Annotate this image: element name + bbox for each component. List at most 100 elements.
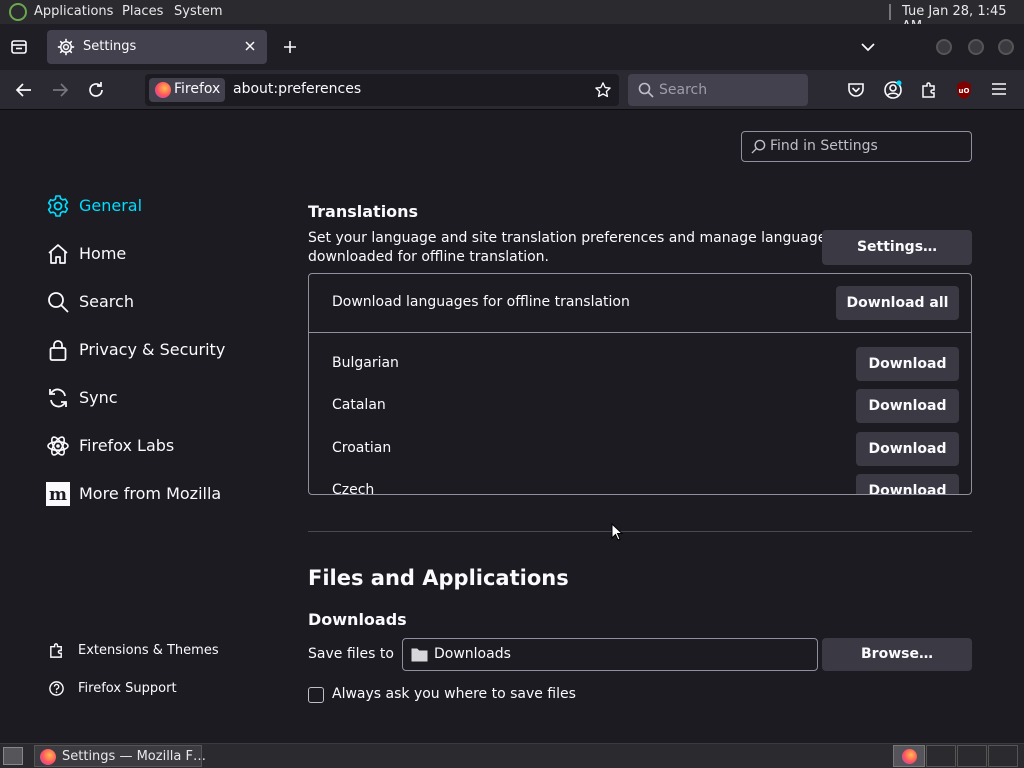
always-ask-label[interactable]: Always ask you where to save files	[332, 686, 576, 702]
home-icon	[46, 242, 70, 266]
translations-description: Set your language and site translation p…	[308, 229, 834, 267]
bookmark-star-icon[interactable]	[594, 81, 612, 99]
translations-heading: Translations	[308, 202, 419, 221]
workspace-2[interactable]	[926, 745, 956, 767]
menu-applications[interactable]: Applications	[34, 4, 113, 19]
download-all-button[interactable]: Download all	[836, 286, 959, 320]
firefox-logo-icon	[155, 82, 171, 98]
sync-icon	[46, 386, 70, 410]
identity-box[interactable]: Firefox	[149, 78, 225, 102]
gear-icon	[46, 194, 70, 218]
download-header-label: Download languages for offline translati…	[332, 294, 630, 310]
gear-icon	[57, 38, 75, 56]
hamburger-menu-icon[interactable]	[991, 82, 1007, 96]
nav-label: Sync	[79, 388, 118, 407]
identity-label: Firefox	[174, 81, 221, 97]
nav-label: More from Mozilla	[79, 484, 222, 503]
nav-label: Extensions & Themes	[78, 643, 219, 658]
workspace-switcher[interactable]	[893, 745, 925, 767]
language-name: Croatian	[332, 440, 392, 456]
language-name: Czech	[332, 482, 375, 495]
show-desktop-icon[interactable]	[3, 747, 23, 765]
close-window-icon[interactable]	[998, 39, 1014, 55]
new-tab-icon[interactable]	[282, 39, 298, 55]
mozilla-m-icon: m	[46, 482, 70, 506]
download-language-button[interactable]: Download	[856, 347, 959, 381]
download-language-button[interactable]: Download	[856, 474, 959, 494]
nav-label: Firefox Support	[78, 681, 177, 696]
download-folder-path: Downloads	[434, 646, 511, 662]
maximize-window-icon[interactable]	[968, 39, 984, 55]
back-arrow-icon[interactable]	[15, 82, 33, 98]
menu-places[interactable]: Places	[122, 4, 163, 19]
find-placeholder: Find in Settings	[770, 138, 878, 154]
translation-settings-button[interactable]: Settings…	[822, 230, 972, 265]
firefox-logo-icon	[40, 749, 56, 765]
taskbar-window-title: Settings — Mozilla F…	[62, 749, 206, 764]
bottom-taskbar: Settings — Mozilla F…	[0, 743, 1024, 768]
search-placeholder: Search	[659, 82, 708, 98]
ublock-origin-icon[interactable]: uO	[955, 80, 973, 100]
account-icon[interactable]	[883, 80, 903, 100]
minimize-window-icon[interactable]	[936, 39, 952, 55]
tab-strip: Settings	[0, 24, 1024, 70]
navigation-toolbar: Firefox about:preferences Search uO	[0, 70, 1024, 110]
search-icon	[638, 82, 654, 98]
nav-label: Search	[79, 292, 134, 311]
language-name: Catalan	[332, 397, 386, 413]
list-all-tabs-chevron-icon[interactable]	[860, 41, 876, 53]
download-languages-header: Download languages for offline translati…	[309, 274, 971, 333]
download-language-button[interactable]: Download	[856, 432, 959, 466]
language-name: Bulgarian	[332, 355, 399, 371]
tab-title: Settings	[83, 39, 137, 54]
nav-label: Home	[79, 244, 127, 263]
firefox-logo-icon	[902, 749, 917, 764]
forward-arrow-icon[interactable]	[51, 82, 69, 98]
tab-settings[interactable]: Settings	[47, 30, 267, 64]
nav-label: General	[79, 196, 143, 215]
search-icon	[46, 290, 70, 314]
download-folder-field[interactable]: Downloads	[402, 638, 818, 671]
atom-icon	[46, 434, 70, 458]
menu-system[interactable]: System	[174, 4, 222, 19]
pocket-icon[interactable]	[847, 81, 865, 99]
help-icon	[48, 680, 65, 697]
list-item: Czech Download	[309, 471, 971, 495]
always-ask-checkbox[interactable]	[308, 687, 324, 703]
workspace-3[interactable]	[957, 745, 987, 767]
taskbar-window-button[interactable]: Settings — Mozilla F…	[34, 745, 206, 767]
folder-icon	[411, 647, 428, 662]
puzzle-icon	[48, 642, 65, 659]
mouse-pointer-icon	[611, 523, 623, 541]
search-icon	[751, 139, 766, 154]
extensions-puzzle-icon[interactable]	[920, 81, 938, 99]
save-files-label: Save files to	[308, 646, 394, 662]
firefox-view-icon[interactable]	[9, 37, 29, 57]
close-tab-icon[interactable]	[243, 39, 257, 53]
files-applications-heading: Files and Applications	[308, 566, 569, 590]
system-top-panel: Applications Places System Tue Jan 28, 1…	[0, 0, 1024, 34]
list-item: Croatian Download	[309, 429, 971, 471]
workspace-4[interactable]	[988, 745, 1018, 767]
url-bar[interactable]: Firefox about:preferences	[145, 74, 619, 106]
list-item: Bulgarian Download	[309, 344, 971, 386]
downloads-heading: Downloads	[308, 610, 407, 629]
svg-text:uO: uO	[959, 87, 970, 95]
lock-icon	[46, 338, 70, 362]
nav-label: Firefox Labs	[79, 436, 175, 455]
list-item: Catalan Download	[309, 386, 971, 428]
find-in-settings-input[interactable]: Find in Settings	[741, 131, 972, 162]
offline-languages-list: Download languages for offline translati…	[308, 273, 972, 495]
preferences-page: Find in Settings General Home Search Pri…	[0, 111, 1024, 743]
url-text[interactable]: about:preferences	[233, 81, 361, 97]
nav-label: Privacy & Security	[79, 340, 226, 359]
panel-separator	[889, 4, 891, 20]
reload-icon[interactable]	[87, 81, 105, 99]
description-line: Set your language and site translation p…	[308, 230, 834, 246]
description-line: downloaded for offline translation.	[308, 249, 550, 265]
download-language-button[interactable]: Download	[856, 389, 959, 423]
web-search-bar[interactable]: Search	[628, 74, 808, 106]
browse-button[interactable]: Browse…	[822, 638, 972, 671]
svg-text:m: m	[49, 485, 67, 505]
distro-logo-icon[interactable]	[9, 3, 27, 21]
